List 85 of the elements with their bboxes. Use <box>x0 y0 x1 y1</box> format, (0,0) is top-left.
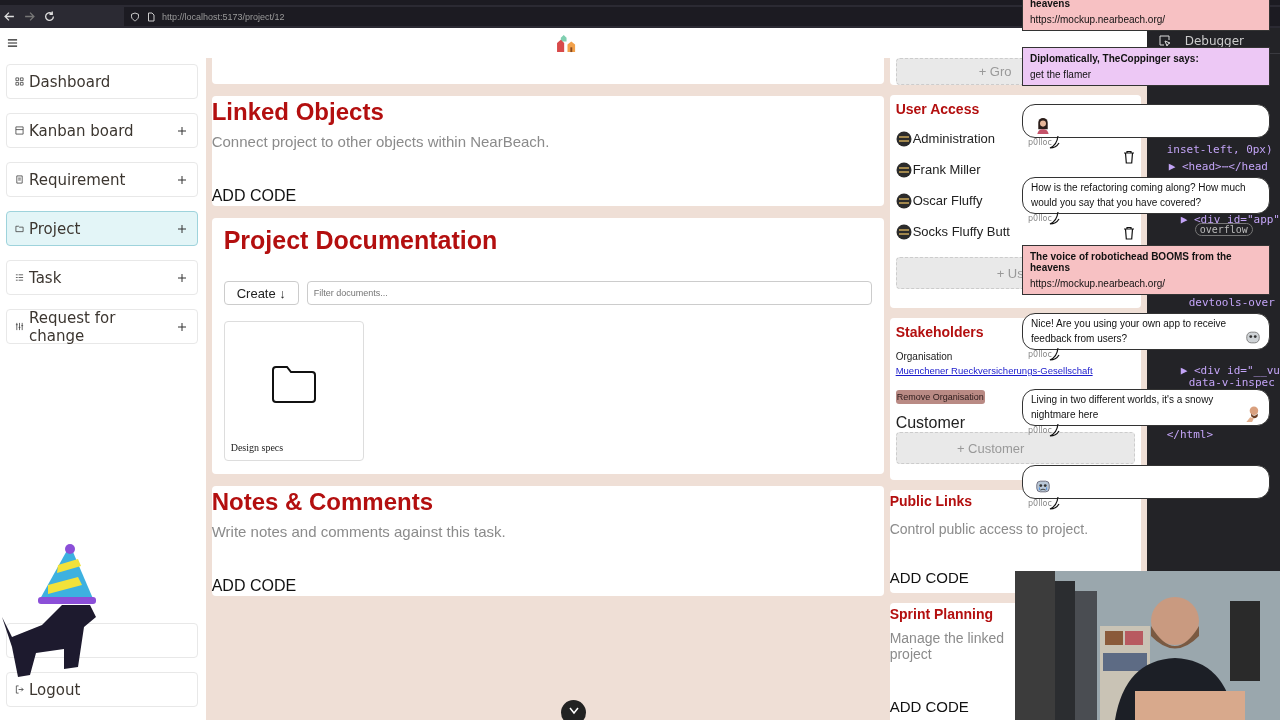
user-avatar-icon <box>895 161 912 178</box>
section-description: Manage the linked project <box>889 630 1006 662</box>
code-line: data-v-inspec <box>1188 376 1275 389</box>
username: p0lloc <box>1028 214 1052 223</box>
organisation-link[interactable]: Muenchener Rueckversicherungs-Gesellschaft <box>895 365 1093 376</box>
debugger-tab[interactable]: Debugger <box>1184 33 1245 48</box>
notice-text: get the flamer <box>1030 69 1093 80</box>
field-label: Organisation <box>895 351 953 362</box>
user-name: Frank Miller <box>912 162 981 177</box>
plus-icon[interactable] <box>176 223 187 234</box>
logout-button[interactable]: Logout <box>6 672 198 707</box>
page-icon <box>146 11 156 22</box>
section-title: Public Links <box>889 493 973 509</box>
sidebar-item[interactable]: Request for change <box>6 309 198 344</box>
remove-organisation-button[interactable]: Remove Organisation <box>895 390 985 404</box>
chat-message: Nice! Are you using your own app to receive feedback from users? <box>1031 317 1228 346</box>
customer-heading: Customer <box>895 414 965 432</box>
username: p0lloc <box>1028 499 1052 508</box>
code-line: ▶ <div id="app" <box>1180 213 1280 226</box>
robot-icon <box>1245 329 1261 346</box>
element-picker-icon[interactable] <box>1158 34 1171 47</box>
sidebar-item[interactable]: Dashboard <box>6 64 198 99</box>
url-text: http://localhost:5173/project/12 <box>162 11 285 22</box>
user-name: Socks Fluffy Butt <box>912 224 1010 239</box>
section-title: User Access <box>895 101 980 117</box>
forward-icon[interactable] <box>24 11 35 22</box>
chevron-icon <box>568 707 579 715</box>
person-sticker-icon <box>1035 117 1051 134</box>
code-line: </html> <box>1166 428 1213 441</box>
houses-logo <box>557 34 578 53</box>
section-description: Write notes and comments against this task. <box>211 523 507 540</box>
user-avatar-icon <box>895 192 912 209</box>
folder-icon <box>270 364 317 404</box>
menu-item-icon <box>15 126 24 135</box>
add-code-text: ADD CODE <box>889 569 970 586</box>
add-code-text: ADD CODE <box>211 187 298 205</box>
plus-icon[interactable] <box>176 272 187 283</box>
create-button[interactable]: Create ↓ <box>223 281 299 305</box>
chat-message: Living in two different worlds, it's a snowy nightmare here <box>1031 393 1215 422</box>
reload-icon[interactable] <box>44 11 55 22</box>
code-line: inset-left, 0px) <box>1166 143 1273 156</box>
user-name: Administration <box>912 131 996 146</box>
menu-item-icon <box>15 175 24 184</box>
menu-item-icon <box>15 273 24 282</box>
section-title: Linked Objects <box>211 98 384 126</box>
back-icon[interactable] <box>4 11 15 22</box>
document-tile[interactable]: Design specs <box>223 321 364 461</box>
code-line: devtools-over <box>1188 296 1275 309</box>
user-avatar-icon <box>895 223 912 240</box>
notice-title: heavens <box>1030 0 1072 9</box>
plus-icon[interactable] <box>176 321 187 332</box>
sidebar-item[interactable]: Requirement <box>6 162 198 197</box>
person-sticker-icon <box>1245 405 1261 422</box>
section-title: Stakeholders <box>895 324 984 340</box>
shield-icon <box>130 11 140 22</box>
section-title: Project Documentation <box>223 226 498 255</box>
user-name: Oscar Fluffy <box>912 193 983 208</box>
user-avatar-icon <box>895 130 912 147</box>
add-code-text: ADD CODE <box>889 698 970 715</box>
trash-icon[interactable] <box>1123 150 1135 164</box>
code-line: ▶ <div id="__vu <box>1180 364 1280 377</box>
trash-icon[interactable] <box>1123 226 1135 240</box>
robot-icon <box>1035 478 1051 495</box>
logout-icon <box>15 685 24 694</box>
menu-item-icon <box>15 322 24 331</box>
filter-field[interactable]: Filter documents... <box>306 281 872 305</box>
notice-text: https://mockup.nearbeach.org/ <box>1030 14 1167 25</box>
menu-item-icon <box>15 77 24 86</box>
sidebar-item[interactable]: Task <box>6 260 198 295</box>
menu-item-icon <box>15 224 24 233</box>
username: p0lloc <box>1028 350 1052 359</box>
section-title: Notes & Comments <box>211 488 434 516</box>
sidebar-item[interactable]: Kanban board <box>6 113 198 148</box>
section-title: Sprint Planning <box>889 606 994 622</box>
menu-icon[interactable] <box>7 38 18 48</box>
username: p0lloc <box>1028 138 1052 147</box>
plus-icon[interactable] <box>176 125 187 136</box>
code-line: ▶ <head>⋯</head <box>1168 160 1268 173</box>
chat-message: How is the refactoring coming along? How much would you say that you have covered? <box>1031 181 1247 210</box>
add-code-text: ADD CODE <box>211 577 298 595</box>
username: p0lloc <box>1028 426 1052 435</box>
plus-icon[interactable] <box>176 174 187 185</box>
section-description: Connect project to other objects within NearBeach. <box>211 133 551 150</box>
sidebar-item[interactable]: Project <box>6 211 198 246</box>
section-description: Control public access to project. <box>889 521 1089 537</box>
